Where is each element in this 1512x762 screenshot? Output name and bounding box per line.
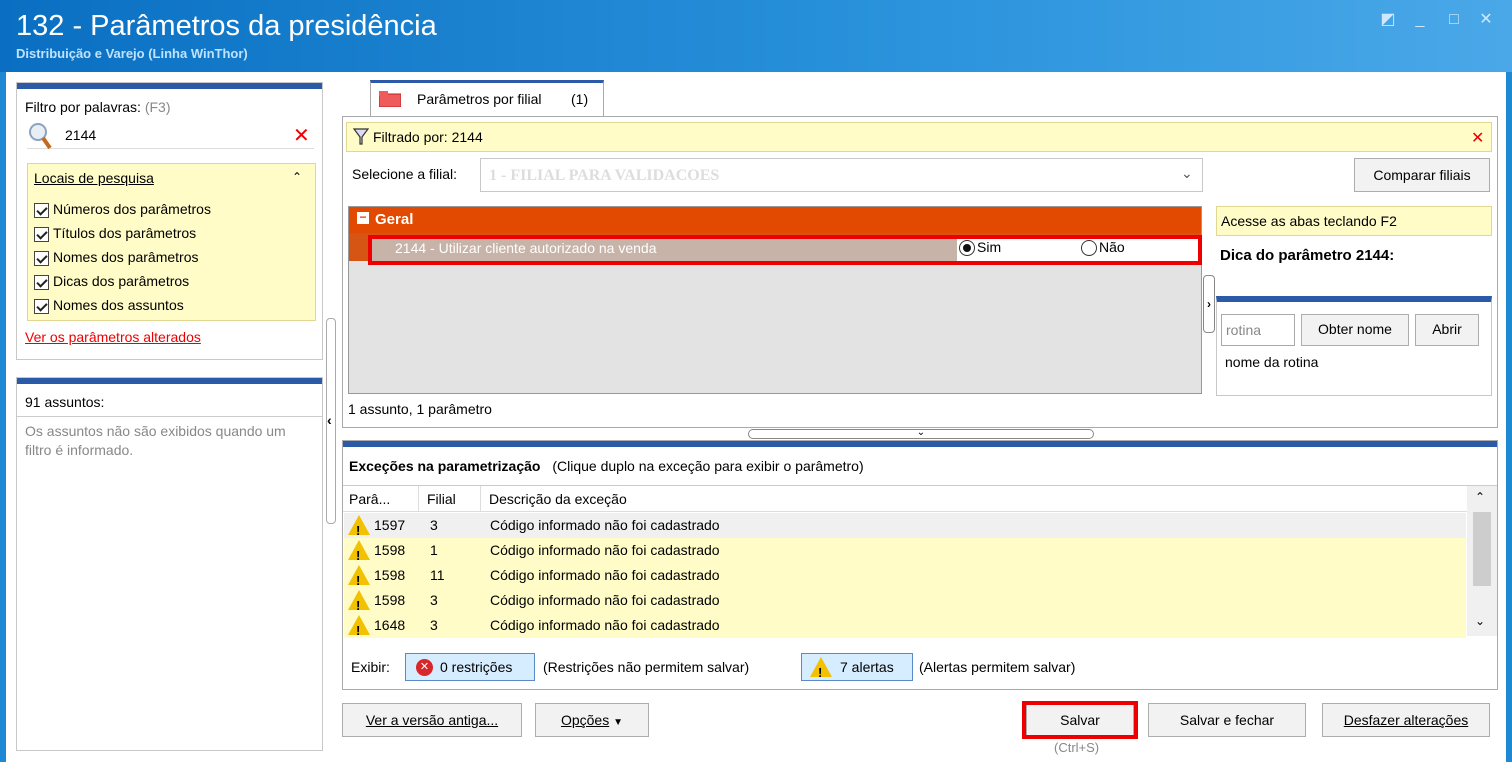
window-subtitle: Distribuição e Varejo (Linha WinThor) [16, 46, 248, 61]
table-header: Parâ... Filial Descrição da exceção [343, 486, 1467, 512]
scroll-down-icon[interactable]: ⌄ [1475, 614, 1485, 628]
col-description[interactable]: Descrição da exceção [481, 486, 1467, 512]
restrictions-button[interactable]: ✕ 0 restrições [405, 653, 535, 681]
tab-count: (1) [571, 91, 589, 107]
folder-icon [379, 91, 401, 107]
routine-input[interactable]: rotina [1221, 314, 1295, 346]
minimize-icon[interactable]: _ [1410, 12, 1430, 28]
filter-text: Filtrado por: 2144 [373, 129, 483, 145]
funnel-icon [353, 128, 369, 145]
col-branch[interactable]: Filial [419, 486, 481, 512]
warning-icon [348, 540, 370, 568]
options-button[interactable]: Opções ▼ [535, 703, 649, 737]
warning-icon [810, 657, 832, 686]
exceptions-table: Parâ... Filial Descrição da exceção 1597… [343, 485, 1497, 643]
filter-label: Filtro por palavras: [25, 99, 141, 115]
branch-value: 1 - FILIAL PARA VALIDACOES [489, 167, 720, 184]
checkbox-icon[interactable] [34, 250, 49, 266]
checkbox-icon[interactable] [34, 298, 49, 314]
restrictions-note: (Restrições não permitem salvar) [543, 659, 750, 675]
expand-right-icon[interactable]: › [1203, 275, 1215, 333]
get-name-button[interactable]: Obter nome [1301, 314, 1409, 346]
window-title: 132 - Parâmetros da presidência [16, 10, 437, 42]
changed-params-link[interactable]: Ver os parâmetros alterados [25, 329, 201, 345]
group-header[interactable]: − Geral [349, 207, 1201, 233]
filter-panel: Filtro por palavras: (F3) 2144 ✕ Locais … [16, 82, 323, 360]
scrollbar[interactable]: ⌃ ⌄ [1467, 486, 1497, 636]
table-row[interactable]: 1597 3 Código informado não foi cadastra… [344, 513, 1466, 543]
option-subject-names[interactable]: Nomes dos assuntos [34, 296, 184, 314]
exceptions-subtitle: (Clique duplo na exceção para exibir o p… [552, 458, 864, 474]
exceptions-title: Exceções na parametrização [349, 458, 541, 474]
checkbox-icon[interactable] [34, 202, 49, 218]
search-locations-title[interactable]: Locais de pesquisa [34, 170, 154, 186]
search-icon [29, 123, 52, 150]
search-locations-box: Locais de pesquisa ⌃ Números dos parâmet… [27, 163, 316, 321]
restore-icon[interactable]: ◩ [1378, 12, 1398, 28]
option-param-names[interactable]: Nomes dos parâmetros [34, 248, 199, 266]
branch-select[interactable]: 1 - FILIAL PARA VALIDACOES ⌄ [480, 158, 1203, 192]
alerts-note: (Alertas permitem salvar) [919, 659, 1076, 675]
table-row[interactable]: 1598 3 Código informado não foi cadastra… [344, 588, 1466, 618]
save-shortcut: (Ctrl+S) [1054, 740, 1100, 755]
compare-branches-button[interactable]: Comparar filiais [1354, 158, 1490, 192]
title-bar: 132 - Parâmetros da presidência Distribu… [0, 0, 1512, 72]
exceptions-panel: Exceções na parametrização (Clique duplo… [342, 440, 1498, 690]
tab-params-by-branch[interactable]: Parâmetros por filial (1) [370, 80, 604, 116]
alerts-button[interactable]: 7 alertas [801, 653, 913, 686]
clear-filter-icon[interactable]: ✕ [1471, 128, 1484, 148]
search-input[interactable]: 2144 [65, 127, 96, 143]
table-row[interactable]: 1648 3 Código informado não foi cadastra… [344, 613, 1466, 643]
clear-search-icon[interactable]: ✕ [293, 123, 310, 148]
checkbox-icon[interactable] [34, 274, 49, 290]
close-icon[interactable]: ✕ [1476, 12, 1496, 28]
option-param-tips[interactable]: Dicas dos parâmetros [34, 272, 189, 290]
table-row[interactable]: 1598 1 Código informado não foi cadastra… [344, 538, 1466, 568]
subjects-count: 91 assuntos: [25, 394, 105, 410]
hint-text: Acesse as abas teclando F2 [1221, 213, 1397, 229]
scroll-thumb[interactable] [1473, 512, 1491, 586]
filter-bar: Filtrado por: 2144 ✕ [346, 122, 1492, 152]
routine-name: nome da rotina [1225, 354, 1319, 370]
subjects-note: Os assuntos não são exibidos quando um f… [25, 423, 286, 458]
save-close-button[interactable]: Salvar e fechar [1148, 703, 1306, 737]
filter-shortcut: (F3) [144, 99, 171, 115]
group-name: Geral [375, 211, 414, 228]
tip-title: Dica do parâmetro 2144: [1220, 247, 1395, 264]
search-box[interactable]: 2144 ✕ [27, 123, 314, 150]
table-row[interactable]: 1598 11 Código informado não foi cadastr… [344, 563, 1466, 593]
checkbox-icon[interactable] [34, 226, 49, 242]
option-param-numbers[interactable]: Números dos parâmetros [34, 200, 211, 218]
chevron-left-icon[interactable]: ‹ [327, 412, 332, 428]
grid-summary: 1 assunto, 1 parâmetro [348, 401, 492, 417]
branch-label: Selecione a filial: [352, 166, 458, 182]
dropdown-arrow-icon: ▼ [613, 717, 624, 728]
highlight-param-row [368, 235, 1202, 265]
warning-icon [348, 515, 370, 543]
warning-icon [348, 565, 370, 593]
scroll-up-icon[interactable]: ⌃ [1475, 490, 1485, 504]
hint-box: Acesse as abas teclando F2 [1216, 206, 1492, 236]
horizontal-splitter[interactable]: ⌄ [748, 428, 1094, 439]
col-param[interactable]: Parâ... [343, 486, 419, 512]
old-version-button[interactable]: Ver a versão antiga... [342, 703, 522, 737]
error-icon: ✕ [416, 659, 433, 676]
open-button[interactable]: Abrir [1415, 314, 1479, 346]
collapse-icon[interactable]: ⌃ [292, 170, 302, 184]
warning-icon [348, 615, 370, 643]
maximize-icon[interactable]: □ [1444, 12, 1464, 28]
show-label: Exibir: [351, 659, 390, 675]
tab-label: Parâmetros por filial [417, 91, 542, 107]
option-param-titles[interactable]: Títulos dos parâmetros [34, 224, 196, 242]
subjects-panel: 91 assuntos: Os assuntos não são exibido… [16, 377, 323, 751]
highlight-save-button [1022, 701, 1138, 739]
routine-panel: rotina Obter nome Abrir nome da rotina [1216, 296, 1492, 396]
warning-icon [348, 590, 370, 618]
chevron-down-icon[interactable]: ⌄ [1181, 165, 1193, 182]
undo-changes-button[interactable]: Desfazer alterações [1322, 703, 1490, 737]
collapse-group-icon[interactable]: − [357, 211, 369, 224]
